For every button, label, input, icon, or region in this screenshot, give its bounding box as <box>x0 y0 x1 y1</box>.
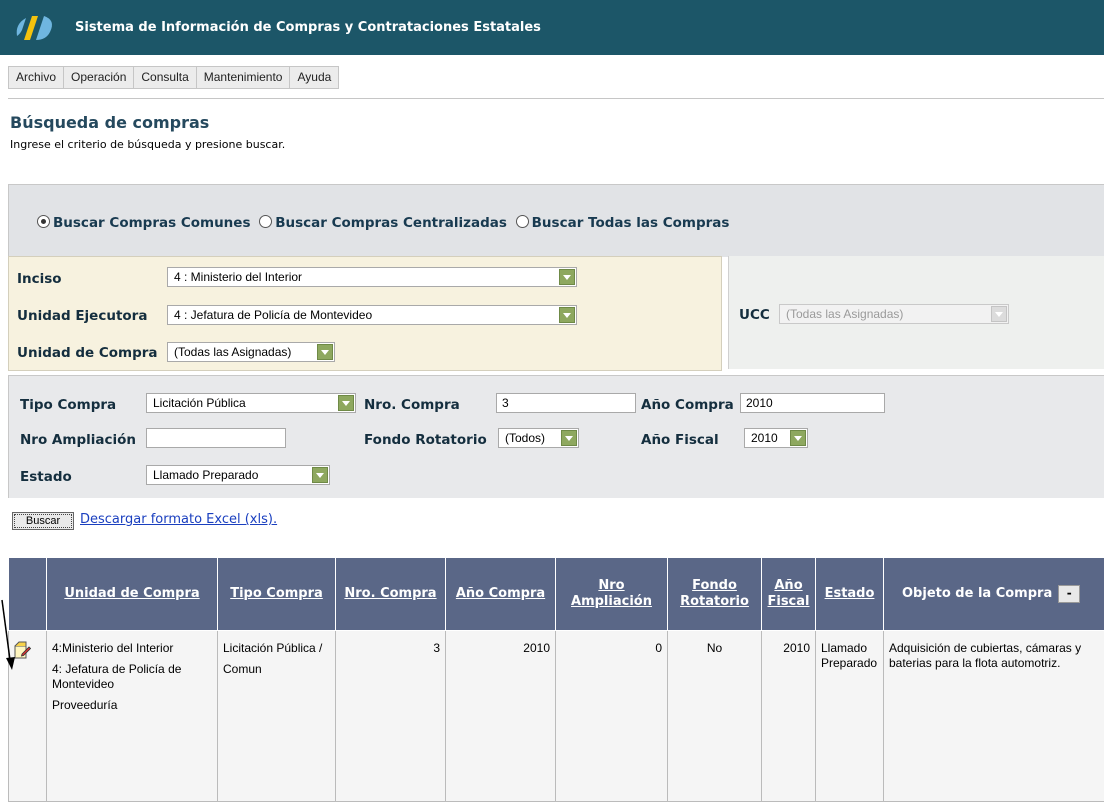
fondo-rotatorio-select[interactable]: (Todos) <box>498 428 579 448</box>
page-title: Búsqueda de compras <box>10 113 209 132</box>
chevron-down-icon <box>561 430 577 446</box>
tipo-compra-label: Tipo Compra <box>20 397 116 413</box>
cell-tipo-compra-line2: Comun <box>223 662 330 677</box>
anio-fiscal-select[interactable]: 2010 <box>744 428 808 448</box>
cell-estado: Llamado Preparado <box>816 631 884 802</box>
ucc-value: (Todas las Asignadas) <box>786 307 903 321</box>
estado-label: Estado <box>20 469 72 485</box>
cell-tipo-compra: Licitación Pública / Comun <box>218 631 336 802</box>
results-table: Unidad de Compra Tipo Compra Nro. Compra… <box>8 557 1104 802</box>
app-header: Sistema de Información de Compras y Cont… <box>0 0 1104 55</box>
menu-consulta[interactable]: Consulta <box>133 66 195 89</box>
unidad-compra-value: (Todas las Asignadas) <box>174 345 291 359</box>
fondo-rotatorio-value: (Todos) <box>505 431 545 445</box>
cell-nro-ampliacion: 0 <box>556 631 668 802</box>
cell-unidad-compra: 4:Ministerio del Interior 4: Jefatura de… <box>47 631 218 802</box>
nro-compra-input[interactable] <box>496 393 636 413</box>
header-unidad-compra[interactable]: Unidad de Compra <box>47 558 218 631</box>
cell-anio-compra: 2010 <box>446 631 556 802</box>
search-mode-panel: Buscar Compras Comunes Buscar Compras Ce… <box>8 184 1104 257</box>
inciso-label: Inciso <box>17 271 62 287</box>
header-tipo-compra[interactable]: Tipo Compra <box>218 558 336 631</box>
menu-archivo[interactable]: Archivo <box>8 66 63 89</box>
unidad-ejecutora-select[interactable]: 4 : Jefatura de Policía de Montevideo <box>167 305 577 325</box>
header-nro-ampliacion[interactable]: Nro Ampliación <box>556 558 668 631</box>
tipo-compra-select[interactable]: Licitación Pública <box>146 393 356 413</box>
cell-unidad-compra-name: Proveeduría <box>52 698 212 713</box>
cell-objeto-compra: Adquisición de cubiertas, cámaras y bate… <box>884 631 1104 802</box>
ucc-panel: UCC (Todas las Asignadas) <box>728 256 1104 369</box>
excel-download-link[interactable]: Descargar formato Excel (xls). <box>80 512 277 527</box>
chevron-down-icon <box>991 306 1007 322</box>
header-anio-fiscal[interactable]: Año Fiscal <box>762 558 816 631</box>
header-anio-compra[interactable]: Año Compra <box>446 558 556 631</box>
radio-label-todas: Buscar Todas las Compras <box>532 215 730 231</box>
estado-select[interactable]: Llamado Preparado <box>146 465 330 485</box>
ucc-label: UCC <box>739 307 770 323</box>
unidad-compra-select[interactable]: (Todas las Asignadas) <box>167 342 335 362</box>
results-header-row: Unidad de Compra Tipo Compra Nro. Compra… <box>9 558 1104 631</box>
cell-unidad-ejecutora: 4: Jefatura de Policía de Montevideo <box>52 662 212 692</box>
app-logo-icon <box>14 14 56 42</box>
search-mode-radios: Buscar Compras Comunes Buscar Compras Ce… <box>37 215 729 231</box>
nro-compra-label: Nro. Compra <box>364 397 460 413</box>
chevron-down-icon <box>317 344 333 360</box>
cell-fondo-rotatorio: No <box>668 631 762 802</box>
criteria-panel: Tipo Compra Licitación Pública Nro. Comp… <box>8 375 1104 498</box>
organization-panel: Inciso 4 : Ministerio del Interior Unida… <box>8 256 722 371</box>
menu-operacion[interactable]: Operación <box>63 66 133 89</box>
header-objeto-compra: Objeto de la Compra- <box>884 558 1104 631</box>
header-fondo-rotatorio[interactable]: Fondo Rotatorio <box>668 558 762 631</box>
row-action-cell <box>9 631 47 802</box>
buscar-button[interactable]: Buscar <box>12 512 74 530</box>
table-row: 4:Ministerio del Interior 4: Jefatura de… <box>9 631 1104 802</box>
cell-anio-fiscal: 2010 <box>762 631 816 802</box>
tipo-compra-value: Licitación Pública <box>153 396 246 410</box>
radio-label-comunes: Buscar Compras Comunes <box>53 215 250 231</box>
radio-label-centralizadas: Buscar Compras Centralizadas <box>275 215 507 231</box>
ucc-select[interactable]: (Todas las Asignadas) <box>779 304 1009 324</box>
menu-mantenimiento[interactable]: Mantenimiento <box>196 66 290 89</box>
header-nro-compra[interactable]: Nro. Compra <box>336 558 446 631</box>
unidad-ejecutora-label: Unidad Ejecutora <box>17 308 147 324</box>
anio-compra-label: Año Compra <box>641 397 734 413</box>
menu-divider <box>8 98 1104 99</box>
cell-tipo-compra-line1: Licitación Pública / <box>223 641 330 656</box>
menu-ayuda[interactable]: Ayuda <box>289 66 339 89</box>
inciso-select[interactable]: 4 : Ministerio del Interior <box>167 267 577 287</box>
chevron-down-icon <box>312 467 328 483</box>
header-objeto-label[interactable]: Objeto de la Compra <box>902 586 1052 602</box>
edit-document-icon[interactable] <box>13 641 31 659</box>
header-icon-column <box>9 558 47 631</box>
chevron-down-icon <box>338 395 354 411</box>
nro-ampliacion-label: Nro Ampliación <box>20 432 136 448</box>
radio-compras-centralizadas[interactable] <box>259 215 272 228</box>
cell-nro-compra: 3 <box>336 631 446 802</box>
inciso-value: 4 : Ministerio del Interior <box>174 270 302 284</box>
nro-ampliacion-input[interactable] <box>146 428 286 448</box>
main-menu: Archivo Operación Consulta Mantenimiento… <box>8 66 339 89</box>
estado-value: Llamado Preparado <box>153 468 258 482</box>
collapse-button[interactable]: - <box>1058 585 1080 603</box>
cell-inciso: 4:Ministerio del Interior <box>52 641 212 656</box>
fondo-rotatorio-label: Fondo Rotatorio <box>364 432 487 448</box>
anio-compra-input[interactable] <box>740 393 885 413</box>
unidad-ejecutora-value: 4 : Jefatura de Policía de Montevideo <box>174 308 372 322</box>
app-title: Sistema de Información de Compras y Cont… <box>75 20 541 35</box>
chevron-down-icon <box>559 307 575 323</box>
radio-todas-compras[interactable] <box>516 215 529 228</box>
anio-fiscal-value: 2010 <box>751 431 778 445</box>
page-subtitle: Ingrese el criterio de búsqueda y presio… <box>10 138 285 151</box>
anio-fiscal-label: Año Fiscal <box>641 432 719 448</box>
header-estado[interactable]: Estado <box>816 558 884 631</box>
chevron-down-icon <box>790 430 806 446</box>
unidad-compra-label: Unidad de Compra <box>17 345 158 361</box>
radio-compras-comunes[interactable] <box>37 215 50 228</box>
chevron-down-icon <box>559 269 575 285</box>
